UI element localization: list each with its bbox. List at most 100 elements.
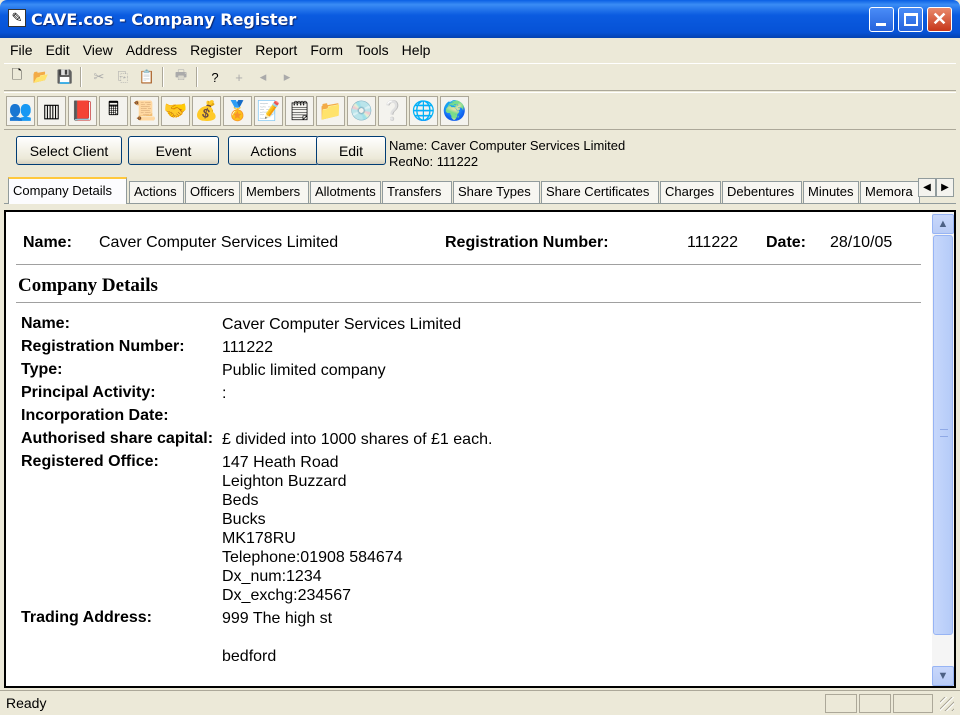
menu-register[interactable]: Register — [184, 42, 249, 58]
toolbar-separator — [196, 67, 198, 87]
menu-report[interactable]: Report — [249, 42, 304, 58]
client-regno: RegNo: 111222 — [389, 154, 479, 166]
office-line: Leighton Buzzard — [222, 473, 347, 490]
tab-scroll-left-icon[interactable]: ◀ — [918, 178, 936, 197]
tab-charges[interactable]: Charges — [660, 181, 721, 203]
edit-button[interactable]: Edit — [316, 136, 386, 165]
standard-toolbar: 🗋 📂 💾 ✂ ⎘ 📋 🖶? + ◂ ▸ — [4, 63, 956, 91]
event-button[interactable]: Event — [128, 136, 219, 165]
menu-view[interactable]: View — [77, 42, 120, 58]
action-bar: Select Client Event Actions Edit Name: C… — [4, 131, 956, 173]
menu-file[interactable]: File — [4, 42, 40, 58]
maximize-button[interactable] — [898, 7, 923, 32]
section-title: Company Details — [18, 275, 158, 296]
vertical-scrollbar[interactable]: ▲ ▼ — [932, 212, 954, 686]
save-icon[interactable]: 💾 — [54, 66, 76, 88]
cd-icon[interactable]: 💿 — [347, 96, 376, 126]
type-value: Public limited company — [222, 362, 386, 379]
header-name-label: Name: — [23, 234, 72, 251]
title-bar: ✎ CAVE.cos - Company Register ✕ — [0, 0, 960, 38]
client-name: Name: Caver Computer Services Limited — [389, 138, 626, 153]
next-icon[interactable]: ▸ — [276, 66, 298, 88]
people-icon[interactable]: 👥 — [6, 96, 35, 126]
tab-strip: Company Details Actions Officers Members All… — [4, 176, 956, 204]
certificate-icon[interactable]: 📜 — [130, 96, 159, 126]
toolbar-separator — [162, 67, 164, 87]
app-icon[interactable]: ✎ — [8, 9, 26, 27]
print-icon[interactable]: 🖶 — [170, 66, 192, 88]
share-capital-label: Authorised share capital: — [21, 430, 214, 447]
note-icon[interactable]: 🗒 — [285, 96, 314, 126]
tab-scroll-buttons: ◀ ▶ — [918, 178, 954, 197]
tab-minutes[interactable]: Minutes — [803, 181, 859, 203]
book-icon[interactable]: 📕 — [68, 96, 97, 126]
scroll-thumb[interactable] — [933, 235, 953, 635]
status-panel — [893, 694, 933, 713]
status-text: Ready — [6, 695, 47, 711]
tab-debentures[interactable]: Debentures — [722, 181, 802, 203]
question-icon[interactable]: ❔ — [378, 96, 407, 126]
principal-activity-label: Principal Activity: — [21, 384, 156, 401]
office-line: Dx_num:1234 — [222, 568, 322, 585]
tab-memora[interactable]: Memora — [860, 181, 920, 203]
menu-tools[interactable]: Tools — [350, 42, 396, 58]
tab-transfers[interactable]: Transfers — [382, 181, 452, 203]
tab-actions[interactable]: Actions — [129, 181, 184, 203]
form-icon[interactable]: 📝 — [254, 96, 283, 126]
scroll-up-icon[interactable]: ▲ — [932, 214, 954, 234]
document-header: Name: Caver Computer Services Limited Re… — [21, 234, 916, 254]
tab-allotments[interactable]: Allotments — [310, 181, 381, 203]
add-icon[interactable]: + — [228, 66, 250, 88]
tab-officers[interactable]: Officers — [185, 181, 240, 203]
tab-share-types[interactable]: Share Types — [453, 181, 540, 203]
open-folder-icon[interactable]: 📂 — [30, 66, 52, 88]
registered-office-address: 147 Heath Road Leighton Buzzard Beds Buc… — [222, 453, 403, 605]
tab-company-details[interactable]: Company Details — [8, 177, 127, 204]
trading-line — [222, 628, 332, 647]
minimize-button[interactable] — [869, 7, 894, 32]
folder-icon[interactable]: 📁 — [316, 96, 345, 126]
actions-button[interactable]: Actions — [228, 136, 319, 165]
resize-grip-icon[interactable] — [940, 697, 954, 711]
tab-members[interactable]: Members — [241, 181, 309, 203]
registered-office-label: Registered Office: — [21, 453, 159, 470]
header-reg-value: 111222 — [687, 234, 739, 251]
trading-address: 999 The high st bedford — [222, 609, 332, 666]
scroll-down-icon[interactable]: ▼ — [932, 666, 954, 686]
tab-share-certificates[interactable]: Share Certificates — [541, 181, 659, 203]
money-bag-icon[interactable]: 💰 — [192, 96, 221, 126]
header-reg-label: Registration Number: — [445, 234, 609, 251]
menu-edit[interactable]: Edit — [40, 42, 77, 58]
office-line: Bucks — [222, 511, 266, 528]
registration-number-label: Registration Number: — [21, 338, 185, 355]
globe-update-icon[interactable]: 🌍 — [440, 96, 469, 126]
content-frame: Name: Caver Computer Services Limited Re… — [4, 210, 956, 688]
prev-icon[interactable]: ◂ — [252, 66, 274, 88]
paste-icon[interactable]: 📋 — [136, 66, 158, 88]
select-client-button[interactable]: Select Client — [16, 136, 122, 165]
header-date-label: Date: — [766, 234, 807, 251]
incorporation-date-label: Incorporation Date: — [21, 407, 169, 424]
status-panel — [825, 694, 857, 713]
register-book-icon[interactable]: ▥ — [37, 96, 66, 126]
new-file-icon[interactable]: 🗋 — [6, 66, 28, 88]
internet-explorer-icon[interactable]: 🌐 — [409, 96, 438, 126]
client-info: Name: Caver Computer Services Limited Re… — [389, 138, 625, 166]
cut-icon[interactable]: ✂ — [88, 66, 110, 88]
tab-scroll-right-icon[interactable]: ▶ — [936, 178, 954, 197]
menu-help[interactable]: Help — [396, 42, 438, 58]
office-line: Beds — [222, 492, 259, 509]
name-label: Name: — [21, 315, 70, 332]
help-icon[interactable]: ? — [204, 66, 226, 88]
menu-address[interactable]: Address — [120, 42, 184, 58]
thumb-grip-icon — [940, 429, 948, 437]
trading-address-label: Trading Address: — [21, 609, 152, 626]
handshake-icon[interactable]: 🤝 — [161, 96, 190, 126]
registration-number-value: 111222 — [222, 339, 274, 356]
calculator-icon[interactable]: 🖩 — [99, 96, 128, 126]
menu-form[interactable]: Form — [304, 42, 350, 58]
copy-icon[interactable]: ⎘ — [112, 66, 134, 88]
close-button[interactable]: ✕ — [927, 7, 952, 32]
header-date-value: 28/10/05 — [830, 234, 893, 251]
seal-icon[interactable]: 🏅 — [223, 96, 252, 126]
